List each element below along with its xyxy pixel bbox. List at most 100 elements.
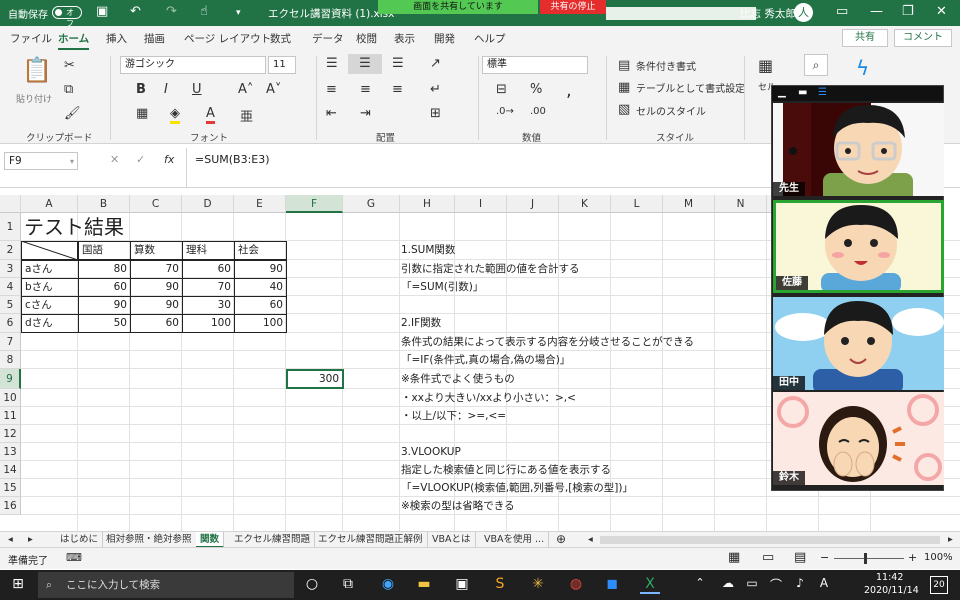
conditional-format-icon[interactable]: ▤ [618,58,630,73]
cut-icon[interactable]: ✂ [64,58,75,73]
cancel-entry-icon[interactable]: ✕ [110,153,119,166]
row-header-16[interactable]: 16 [0,497,21,515]
increase-decimal-icon[interactable]: .0→ [496,106,514,117]
note-cell[interactable]: ※検索の型は省略できる [398,497,518,515]
page-layout-view-icon[interactable]: ▭ [762,550,774,565]
table-cell[interactable]: 90 [78,296,131,315]
slack-icon[interactable]: ✳ [528,576,548,592]
stop-share-button[interactable]: 共有の停止 [540,0,606,14]
sheet-tab-active[interactable]: 関数 [196,532,225,548]
zoom-single-view-icon[interactable]: ▬ [798,87,807,98]
name-box[interactable]: F9 [4,152,78,170]
show-hidden-icons-icon[interactable]: ⌃ [690,576,710,589]
excel-taskbar-icon[interactable]: X [640,576,660,594]
insert-function-icon[interactable]: fx [164,153,174,166]
video-tile-teacher[interactable]: 先生 [773,103,944,196]
row-header-6[interactable]: 6 [0,314,21,333]
table-cell[interactable]: 80 [78,260,131,279]
note-cell[interactable]: ・xxより大きい/xxより小さい：>,< [398,389,579,407]
sheet-tab[interactable]: はじめに [56,532,104,548]
row-header-4[interactable]: 4 [0,278,21,296]
conditional-format-button[interactable]: 条件付き書式 [636,58,696,73]
row-header-2[interactable]: 2 [0,241,21,260]
close-icon[interactable]: ✕ [936,4,947,19]
ime-icon[interactable]: A [814,576,834,590]
windows-start-icon[interactable]: ⊞ [8,576,28,592]
table-row-name[interactable]: aさん [21,260,79,279]
cells-icon[interactable]: ▦ [758,56,773,75]
customize-qat-icon[interactable]: ▾ [236,8,241,18]
comma-icon[interactable]: , [566,80,572,101]
column-header-e[interactable]: E [234,195,286,213]
column-header-c[interactable]: C [130,195,182,213]
paste-icon[interactable]: 📋 [22,56,52,84]
align-middle-icon[interactable]: ☰ [348,54,382,74]
column-header-i[interactable]: I [455,195,507,213]
file-explorer-icon[interactable]: ▬ [414,576,434,592]
column-header-d[interactable]: D [182,195,234,213]
table-header-cell[interactable]: 算数 [130,241,183,260]
table-cell[interactable]: 100 [234,314,287,333]
table-cell[interactable]: 90 [130,278,183,297]
align-left-icon[interactable]: ≡ [326,82,337,97]
note-cell[interactable]: 条件式の結果によって表示する内容を分岐させることができる [398,333,697,351]
touch-mode-icon[interactable]: ☝ [200,4,208,19]
note-cell[interactable]: ※条件式でよく使うもの [398,369,518,389]
tab-formulas[interactable]: 数式 [270,31,291,46]
minimize-icon[interactable]: — [870,4,883,19]
enter-entry-icon[interactable]: ✓ [136,153,145,166]
sheet-tab-scroll-left-icon[interactable]: ◂ [584,532,597,548]
clock-time[interactable]: 11:42 [876,572,903,583]
note-cell[interactable]: 指定した検索値と同じ行にある値を表示する [398,461,614,479]
tab-help[interactable]: ヘルプ [474,31,506,46]
table-cell[interactable]: 90 [234,260,287,279]
zoom-video-panel[interactable]: ▁ ▬ ☰ 先生 佐藤 田中 鈴木 [771,85,944,491]
table-cell[interactable]: 30 [182,296,235,315]
table-cell[interactable]: 60 [182,260,235,279]
table-corner-cell[interactable] [21,241,78,260]
sheet-tab[interactable]: エクセル練習問題正解例 [314,532,428,548]
accessibility-icon[interactable]: ⌨ [66,551,82,564]
note-cell[interactable]: 「=IF(条件式,真の場合,偽の場合)」 [398,351,573,369]
format-as-table-button[interactable]: テーブルとして書式設定 [636,80,745,95]
chrome-icon[interactable]: ◍ [566,576,586,592]
note-cell[interactable]: 1.SUM関数 [398,241,458,260]
currency-icon[interactable]: ⊟ [496,82,507,97]
font-color-icon[interactable]: A [206,106,215,124]
ribbon-display-icon[interactable]: ▭ [836,4,848,19]
table-cell[interactable]: 70 [182,278,235,297]
find-icon[interactable]: ⌕ [804,54,828,76]
undo-icon[interactable]: ↶ [130,4,141,19]
column-header-j[interactable]: J [507,195,559,213]
name-box-dropdown-icon[interactable]: ▾ [70,157,74,166]
title-search-box[interactable] [606,7,756,20]
row-header-13[interactable]: 13 [0,443,21,461]
row-header-15[interactable]: 15 [0,479,21,497]
row-header-14[interactable]: 14 [0,461,21,479]
active-cell-f9[interactable]: 300 [286,369,344,389]
user-avatar[interactable]: 人 [794,3,813,22]
task-view-icon[interactable]: ⧉ [338,576,358,592]
decrease-indent-icon[interactable]: ⇤ [326,106,337,121]
note-cell[interactable]: 「=SUM(引数)」 [398,278,486,296]
italic-icon[interactable]: I [164,82,168,97]
underline-icon[interactable]: U [192,82,202,97]
fill-color-icon[interactable]: ◈ [170,106,180,124]
row-header-11[interactable]: 11 [0,407,21,425]
horizontal-scrollbar[interactable] [600,536,940,544]
cortana-icon[interactable]: ○ [302,576,322,592]
clock-date[interactable]: 2020/11/14 [864,585,919,596]
video-tile-tanaka[interactable]: 田中 [773,297,944,390]
zoom-app-icon[interactable]: ◼ [602,576,622,592]
table-header-cell[interactable]: 国語 [78,241,131,260]
table-cell[interactable]: 70 [130,260,183,279]
formula-input[interactable]: =SUM(B3:E3) [186,148,786,188]
note-cell[interactable]: 3.VLOOKUP [398,443,464,461]
copy-icon[interactable]: ⧉ [64,82,73,97]
note-cell[interactable]: ・以上/以下：>=,<= [398,407,509,425]
sheet-title[interactable]: テスト結果 [21,213,141,241]
row-header-9[interactable]: 9 [0,369,21,389]
note-cell[interactable] [398,296,404,314]
column-header-m[interactable]: M [663,195,715,213]
column-header-h[interactable]: H [400,195,455,213]
